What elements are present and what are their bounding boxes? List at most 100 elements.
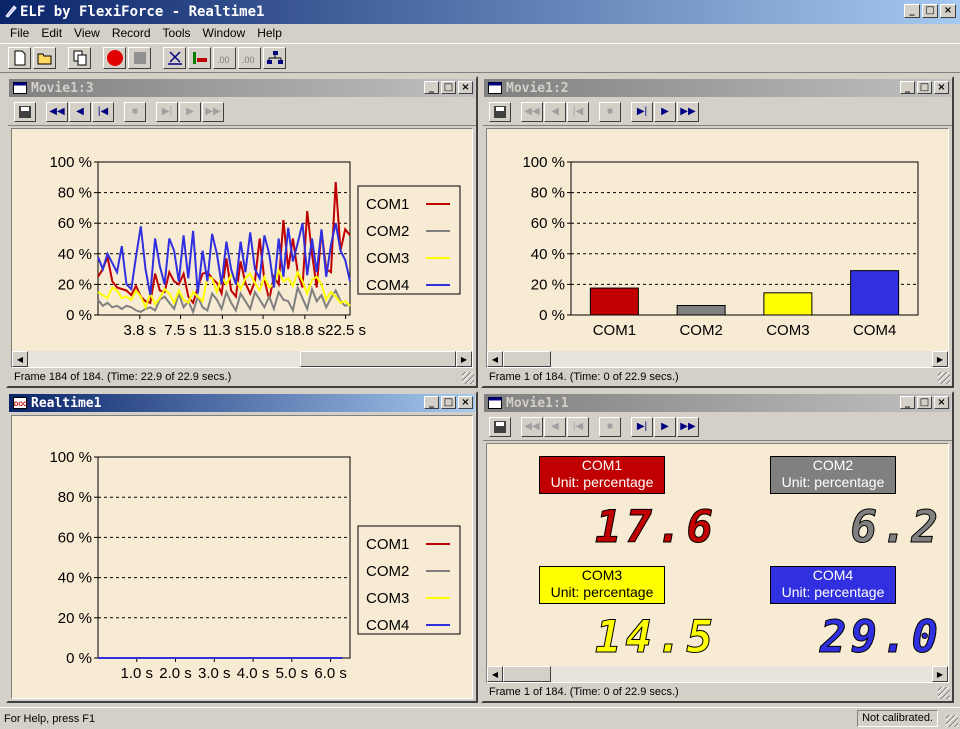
resize-grip[interactable] bbox=[938, 372, 950, 384]
close-icon[interactable]: × bbox=[940, 4, 956, 18]
menu-view[interactable]: View bbox=[68, 26, 106, 40]
close-icon[interactable]: × bbox=[458, 81, 473, 94]
app-icon[interactable] bbox=[4, 4, 18, 18]
x-tick-label: 6.0 s bbox=[314, 665, 347, 682]
save-button[interactable] bbox=[489, 416, 511, 437]
record-button[interactable] bbox=[103, 47, 126, 69]
play-button[interactable]: ▶ bbox=[654, 416, 676, 437]
minimize-icon[interactable]: _ bbox=[424, 81, 439, 94]
rewind-button[interactable]: ◀◀ bbox=[46, 101, 68, 122]
fast-forward-button[interactable]: ▶▶ bbox=[677, 101, 699, 122]
rewind-button[interactable]: ◀◀ bbox=[521, 416, 543, 437]
go-start-button[interactable]: |◀ bbox=[567, 416, 589, 437]
minimize-icon[interactable]: _ bbox=[900, 396, 915, 409]
menu-edit[interactable]: Edit bbox=[35, 26, 68, 40]
scroll-left-icon[interactable]: ◀ bbox=[487, 666, 503, 682]
menu-window[interactable]: Window bbox=[197, 26, 252, 40]
fast-forward-button[interactable]: ▶▶ bbox=[677, 416, 699, 437]
play-icon: ▶ bbox=[661, 106, 669, 117]
sensor-unit: Unit: percentage bbox=[550, 584, 654, 600]
sensor-button[interactable] bbox=[188, 47, 211, 69]
play-button[interactable]: ▶ bbox=[179, 101, 201, 122]
save-button[interactable] bbox=[489, 101, 511, 122]
stop-button[interactable]: ■ bbox=[599, 101, 621, 122]
scroll-right-icon[interactable]: ▶ bbox=[932, 351, 948, 367]
x-tick-label: 1.0 s bbox=[121, 665, 154, 682]
resize-grip[interactable] bbox=[938, 687, 950, 699]
fast-forward-button[interactable]: ▶▶ bbox=[202, 101, 224, 122]
new-file-button[interactable] bbox=[8, 47, 31, 69]
maximize-icon[interactable]: □ bbox=[441, 396, 456, 409]
y-tick-label: 0 % bbox=[66, 307, 92, 324]
stop-button[interactable]: ■ bbox=[599, 416, 621, 437]
step-back-button[interactable]: ◀ bbox=[544, 416, 566, 437]
movie-window-1-title-bar[interactable]: Movie1:1 _ □ × bbox=[484, 394, 951, 412]
svg-text:.00: .00 bbox=[242, 55, 255, 65]
y-tick-label: 20 % bbox=[58, 610, 92, 627]
realtime-window[interactable]: DOC Realtime1 _ □ × 100 % 80 % 60 % 40 % 20 … bbox=[6, 391, 478, 703]
sensor-unit: Unit: percentage bbox=[781, 474, 885, 490]
legend-label: COM1 bbox=[366, 196, 409, 213]
horizontal-scrollbar[interactable]: ◀ ▶ bbox=[487, 351, 948, 367]
scroll-left-icon[interactable]: ◀ bbox=[12, 351, 28, 367]
maximize-icon[interactable]: □ bbox=[917, 396, 932, 409]
maximize-icon[interactable]: □ bbox=[917, 81, 932, 94]
calibrate-button[interactable] bbox=[163, 47, 186, 69]
minimize-icon[interactable]: _ bbox=[904, 4, 920, 18]
close-icon[interactable]: × bbox=[934, 81, 949, 94]
network-button[interactable] bbox=[263, 47, 286, 69]
menu-file[interactable]: File bbox=[4, 26, 35, 40]
horizontal-scrollbar[interactable]: ◀ ▶ bbox=[12, 351, 472, 367]
scroll-left-icon[interactable]: ◀ bbox=[487, 351, 503, 367]
sensor-value-com2: 6.2 bbox=[850, 502, 942, 554]
resize-grip[interactable] bbox=[946, 715, 958, 727]
open-file-button[interactable] bbox=[33, 47, 56, 69]
step-back-button[interactable]: ◀ bbox=[69, 101, 91, 122]
stop-button[interactable] bbox=[128, 47, 151, 69]
step-back-button[interactable]: ◀ bbox=[544, 101, 566, 122]
movie-window-2[interactable]: Movie1:2 _ □ × ◀◀ ◀ |◀ ■ ▶| ▶ ▶▶ 100 % 80… bbox=[481, 76, 954, 388]
play-button[interactable]: ▶ bbox=[654, 101, 676, 122]
close-icon[interactable]: × bbox=[458, 396, 473, 409]
bar-com3 bbox=[763, 292, 813, 316]
movie-window-3[interactable]: Movie1:3 _ □ × ◀◀ ◀ |◀ ■ ▶| ▶ ▶▶ 100 % 80… bbox=[6, 76, 478, 388]
scroll-right-icon[interactable]: ▶ bbox=[932, 666, 948, 682]
y-tick-label: 40 % bbox=[531, 246, 565, 263]
minimize-icon[interactable]: _ bbox=[424, 396, 439, 409]
go-end-icon: ▶| bbox=[636, 421, 648, 432]
minimize-icon[interactable]: _ bbox=[900, 81, 915, 94]
go-end-button[interactable]: ▶| bbox=[631, 101, 653, 122]
y-tick-label: 20 % bbox=[58, 276, 92, 293]
app-title-bar[interactable]: ELF by FlexiForce - Realtime1 _ □ × bbox=[0, 0, 960, 24]
movie-window-1[interactable]: Movie1:1 _ □ × ◀◀ ◀ |◀ ■ ▶| ▶ ▶▶ COM1 Un… bbox=[481, 391, 954, 703]
maximize-icon[interactable]: □ bbox=[922, 4, 938, 18]
maximize-icon[interactable]: □ bbox=[441, 81, 456, 94]
scroll-right-icon[interactable]: ▶ bbox=[456, 351, 472, 367]
movie-window-3-title-bar[interactable]: Movie1:3 _ □ × bbox=[9, 79, 475, 97]
menu-record[interactable]: Record bbox=[106, 26, 157, 40]
scroll-thumb[interactable] bbox=[300, 351, 456, 367]
rewind-button[interactable]: ◀◀ bbox=[521, 101, 543, 122]
y-tick-label: 0 % bbox=[539, 307, 565, 324]
horizontal-scrollbar[interactable]: ◀ ▶ bbox=[487, 666, 948, 682]
save-button[interactable] bbox=[14, 101, 36, 122]
movie-1-readout-area: COM1 Unit: percentage 17.6 COM2 Unit: pe… bbox=[486, 443, 949, 683]
copy-button[interactable] bbox=[68, 47, 91, 69]
menu-help[interactable]: Help bbox=[251, 26, 288, 40]
go-start-button[interactable]: |◀ bbox=[92, 101, 114, 122]
scale-button-2[interactable]: .00 bbox=[238, 47, 261, 69]
go-end-button[interactable]: ▶| bbox=[156, 101, 178, 122]
go-start-button[interactable]: |◀ bbox=[567, 101, 589, 122]
y-tick-label: 80 % bbox=[58, 185, 92, 202]
stop-button[interactable]: ■ bbox=[124, 101, 146, 122]
scroll-thumb[interactable] bbox=[503, 666, 551, 682]
movie-window-2-title-bar[interactable]: Movie1:2 _ □ × bbox=[484, 79, 951, 97]
scroll-thumb[interactable] bbox=[503, 351, 551, 367]
go-end-button[interactable]: ▶| bbox=[631, 416, 653, 437]
x-tick-label: 11.3 s bbox=[202, 322, 242, 339]
resize-grip[interactable] bbox=[462, 372, 474, 384]
scale-button-1[interactable]: .00 bbox=[213, 47, 236, 69]
close-icon[interactable]: × bbox=[934, 396, 949, 409]
menu-tools[interactable]: Tools bbox=[157, 26, 197, 40]
realtime-window-title-bar[interactable]: DOC Realtime1 _ □ × bbox=[9, 394, 475, 412]
